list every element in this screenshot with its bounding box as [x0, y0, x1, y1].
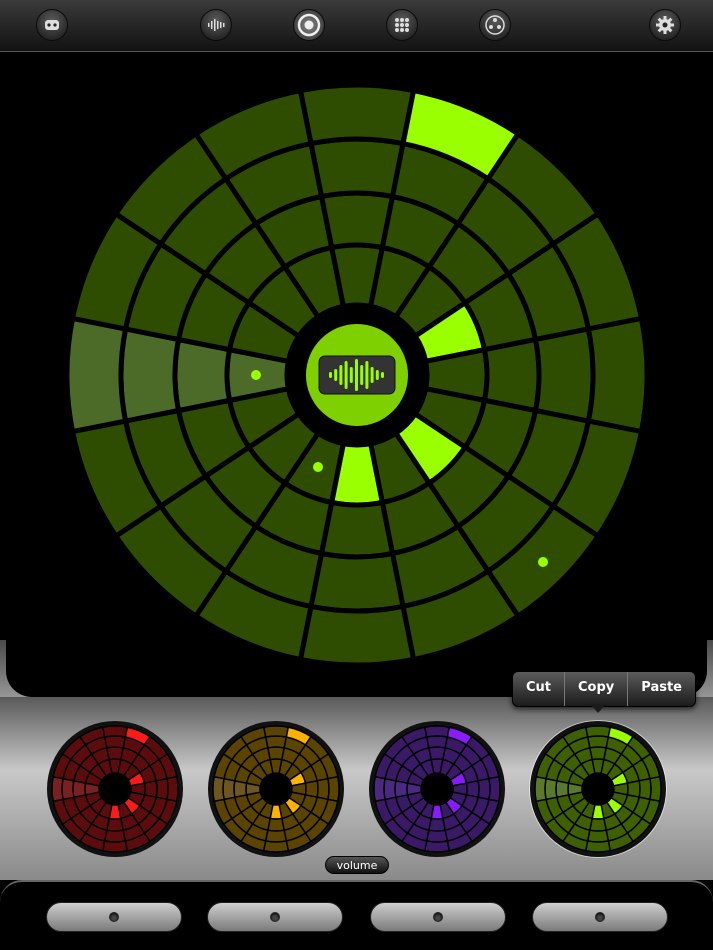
slot-button-1[interactable] — [46, 902, 182, 932]
slot-button-2[interactable] — [207, 902, 343, 932]
waveform-bar — [339, 365, 343, 385]
loop-orange[interactable] — [207, 720, 345, 858]
note-dot — [538, 557, 548, 567]
wheel-cell[interactable] — [212, 775, 225, 803]
waveform-bar — [349, 367, 353, 383]
note-dot — [443, 332, 453, 342]
wheel-cell[interactable] — [425, 735, 449, 749]
wheel-cell[interactable] — [262, 840, 290, 853]
cut-button[interactable]: Cut — [513, 672, 564, 706]
waveform-bar — [375, 370, 379, 380]
context-menu: Cut Copy Paste — [512, 671, 697, 707]
wheel-cell[interactable] — [222, 777, 236, 801]
paste-button[interactable]: Paste — [627, 672, 695, 706]
wheel-cell[interactable] — [586, 735, 610, 749]
wheel-cell[interactable] — [585, 315, 650, 435]
wheel-cell[interactable] — [534, 775, 547, 803]
wheel-cell[interactable] — [61, 777, 75, 801]
waveform-bar — [381, 372, 384, 378]
wheel-cell[interactable] — [103, 735, 127, 749]
nodes-icon[interactable] — [479, 9, 511, 41]
wheel-cell[interactable] — [586, 829, 610, 843]
wheel-cell[interactable] — [316, 777, 330, 801]
note-dot — [281, 440, 291, 450]
wheel-cell[interactable] — [308, 550, 406, 614]
dot-icon — [595, 912, 605, 922]
loop-green[interactable] — [529, 720, 667, 858]
wheel-cell[interactable] — [532, 326, 596, 424]
robot-face-icon[interactable] — [36, 9, 68, 41]
loop-center — [260, 773, 292, 805]
loop-red[interactable] — [46, 720, 184, 858]
sequencer-wheel[interactable] — [6, 52, 707, 697]
wheel-cell[interactable] — [297, 82, 417, 147]
wheel-cell[interactable] — [423, 725, 451, 738]
note-dot — [313, 462, 323, 472]
wheel-cell[interactable] — [383, 777, 397, 801]
wheel-cell[interactable] — [51, 775, 64, 803]
wheel-cell[interactable] — [544, 777, 558, 801]
wheel-cell[interactable] — [101, 725, 129, 738]
loop-purple[interactable] — [368, 720, 506, 858]
wheel-cell[interactable] — [118, 326, 182, 424]
wheel-cell[interactable] — [638, 777, 652, 801]
wheel-cell[interactable] — [649, 775, 662, 803]
context-menu-arrow — [590, 704, 606, 713]
wheel-cell[interactable] — [297, 603, 417, 668]
wheel-cell[interactable] — [488, 775, 501, 803]
main-wheel-area — [6, 52, 707, 697]
wheel-cell[interactable] — [262, 725, 290, 738]
loop-center — [99, 773, 131, 805]
wheel-cell[interactable] — [64, 315, 129, 435]
waveform-bar — [329, 372, 332, 378]
dot-icon — [270, 912, 280, 922]
waveform-bar — [370, 367, 374, 383]
wheel-cell[interactable] — [264, 735, 288, 749]
wheel-cell[interactable] — [373, 775, 386, 803]
grid-icon[interactable] — [386, 9, 418, 41]
waveform-bar — [344, 361, 348, 389]
wheel-cell[interactable] — [584, 725, 612, 738]
wheel-cell[interactable] — [584, 840, 612, 853]
wheel-cell[interactable] — [101, 840, 129, 853]
waveform-icon[interactable] — [200, 9, 232, 41]
volume-button[interactable]: volume — [325, 856, 389, 874]
note-dot — [443, 407, 453, 417]
waveform-bar — [334, 369, 338, 381]
wheel-cell[interactable] — [155, 777, 169, 801]
wheel-cell[interactable] — [166, 775, 179, 803]
waveform-bar — [365, 361, 369, 389]
waveform-bar — [360, 365, 364, 385]
waveform-bar — [355, 359, 358, 391]
wheel-cell[interactable] — [477, 777, 491, 801]
note-dot — [251, 370, 261, 380]
loop-center — [421, 773, 453, 805]
wheel-cell[interactable] — [264, 829, 288, 843]
bottom-bar — [0, 880, 713, 950]
copy-button[interactable]: Copy — [564, 672, 627, 706]
slot-button-4[interactable] — [532, 902, 668, 932]
wheel-cell[interactable] — [103, 829, 127, 843]
slot-button-3[interactable] — [370, 902, 506, 932]
loop-center — [582, 773, 614, 805]
gear-icon[interactable] — [649, 9, 681, 41]
wheel-cell[interactable] — [423, 840, 451, 853]
target-icon[interactable] — [293, 9, 325, 41]
dot-icon — [109, 912, 119, 922]
wheel-cell[interactable] — [308, 136, 406, 200]
wheel-cell[interactable] — [425, 829, 449, 843]
wheel-cell[interactable] — [327, 775, 340, 803]
top-toolbar — [0, 0, 713, 52]
dot-icon — [433, 912, 443, 922]
